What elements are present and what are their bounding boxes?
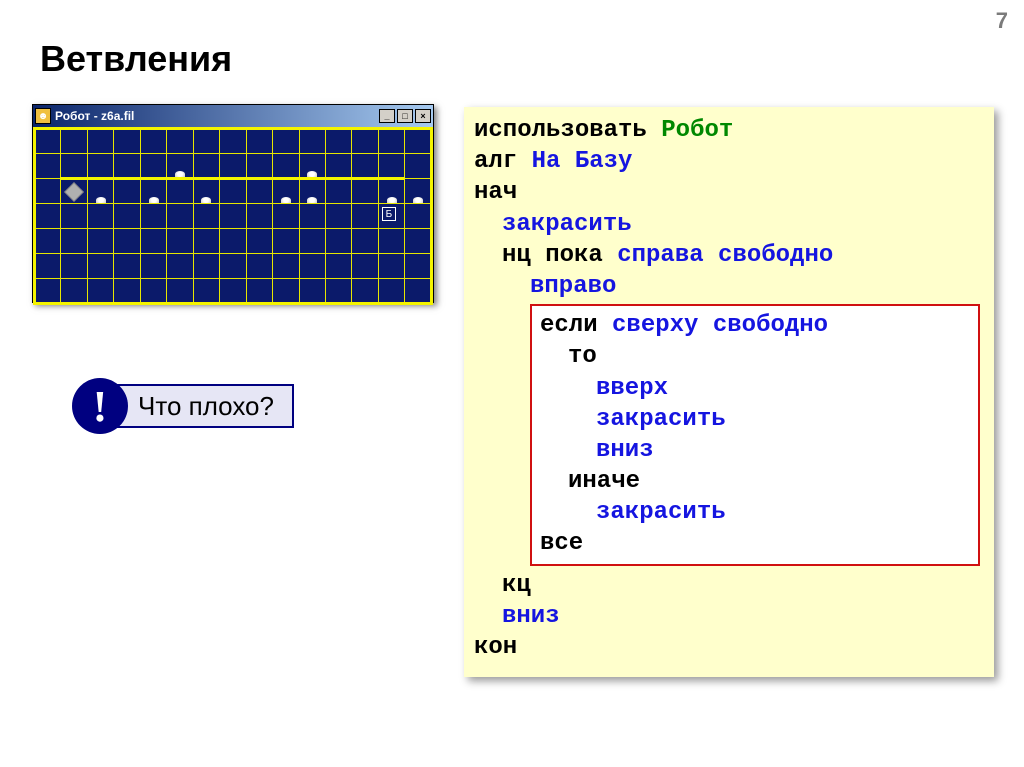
close-button[interactable]: × — [415, 109, 431, 123]
exclamation-icon: ! — [72, 378, 128, 434]
code-line: вниз — [540, 435, 970, 466]
code-line: вверх — [540, 373, 970, 404]
code-line: иначе — [540, 466, 970, 497]
callout-text: Что плохо? — [110, 384, 294, 428]
code-line: использовать Робот — [474, 115, 984, 146]
code-line: закрасить — [540, 404, 970, 435]
code-line: алг На Базу — [474, 146, 984, 177]
code-line: все — [540, 528, 970, 559]
code-line: вниз — [474, 601, 984, 632]
robot-grid: Б — [33, 127, 433, 302]
base-marker: Б — [382, 207, 396, 221]
code-line: нач — [474, 177, 984, 208]
maximize-button[interactable]: □ — [397, 109, 413, 123]
robot-window: ☻ Робот - z6a.fil _ □ × Б — [32, 104, 434, 303]
code-line: закрасить — [474, 209, 984, 240]
page-title: Ветвления — [40, 38, 232, 80]
window-title: Робот - z6a.fil — [55, 109, 379, 123]
callout: ! Что плохо? — [72, 378, 294, 434]
robot-app-icon: ☻ — [35, 108, 51, 124]
code-line: кц — [474, 570, 984, 601]
code-line: нц пока справа свободно — [474, 240, 984, 271]
page-number: 7 — [996, 8, 1008, 34]
window-titlebar: ☻ Робот - z6a.fil _ □ × — [33, 105, 433, 127]
if-block: если сверху свободно то вверх закрасить … — [530, 304, 980, 566]
code-line: кон — [474, 632, 984, 663]
code-line: закрасить — [540, 497, 970, 528]
code-panel: использовать Робот алг На Базу нач закра… — [464, 107, 994, 677]
code-line: то — [540, 341, 970, 372]
code-line: если сверху свободно — [540, 310, 970, 341]
robot-marker — [64, 182, 84, 202]
code-line: вправо — [474, 271, 984, 302]
minimize-button[interactable]: _ — [379, 109, 395, 123]
